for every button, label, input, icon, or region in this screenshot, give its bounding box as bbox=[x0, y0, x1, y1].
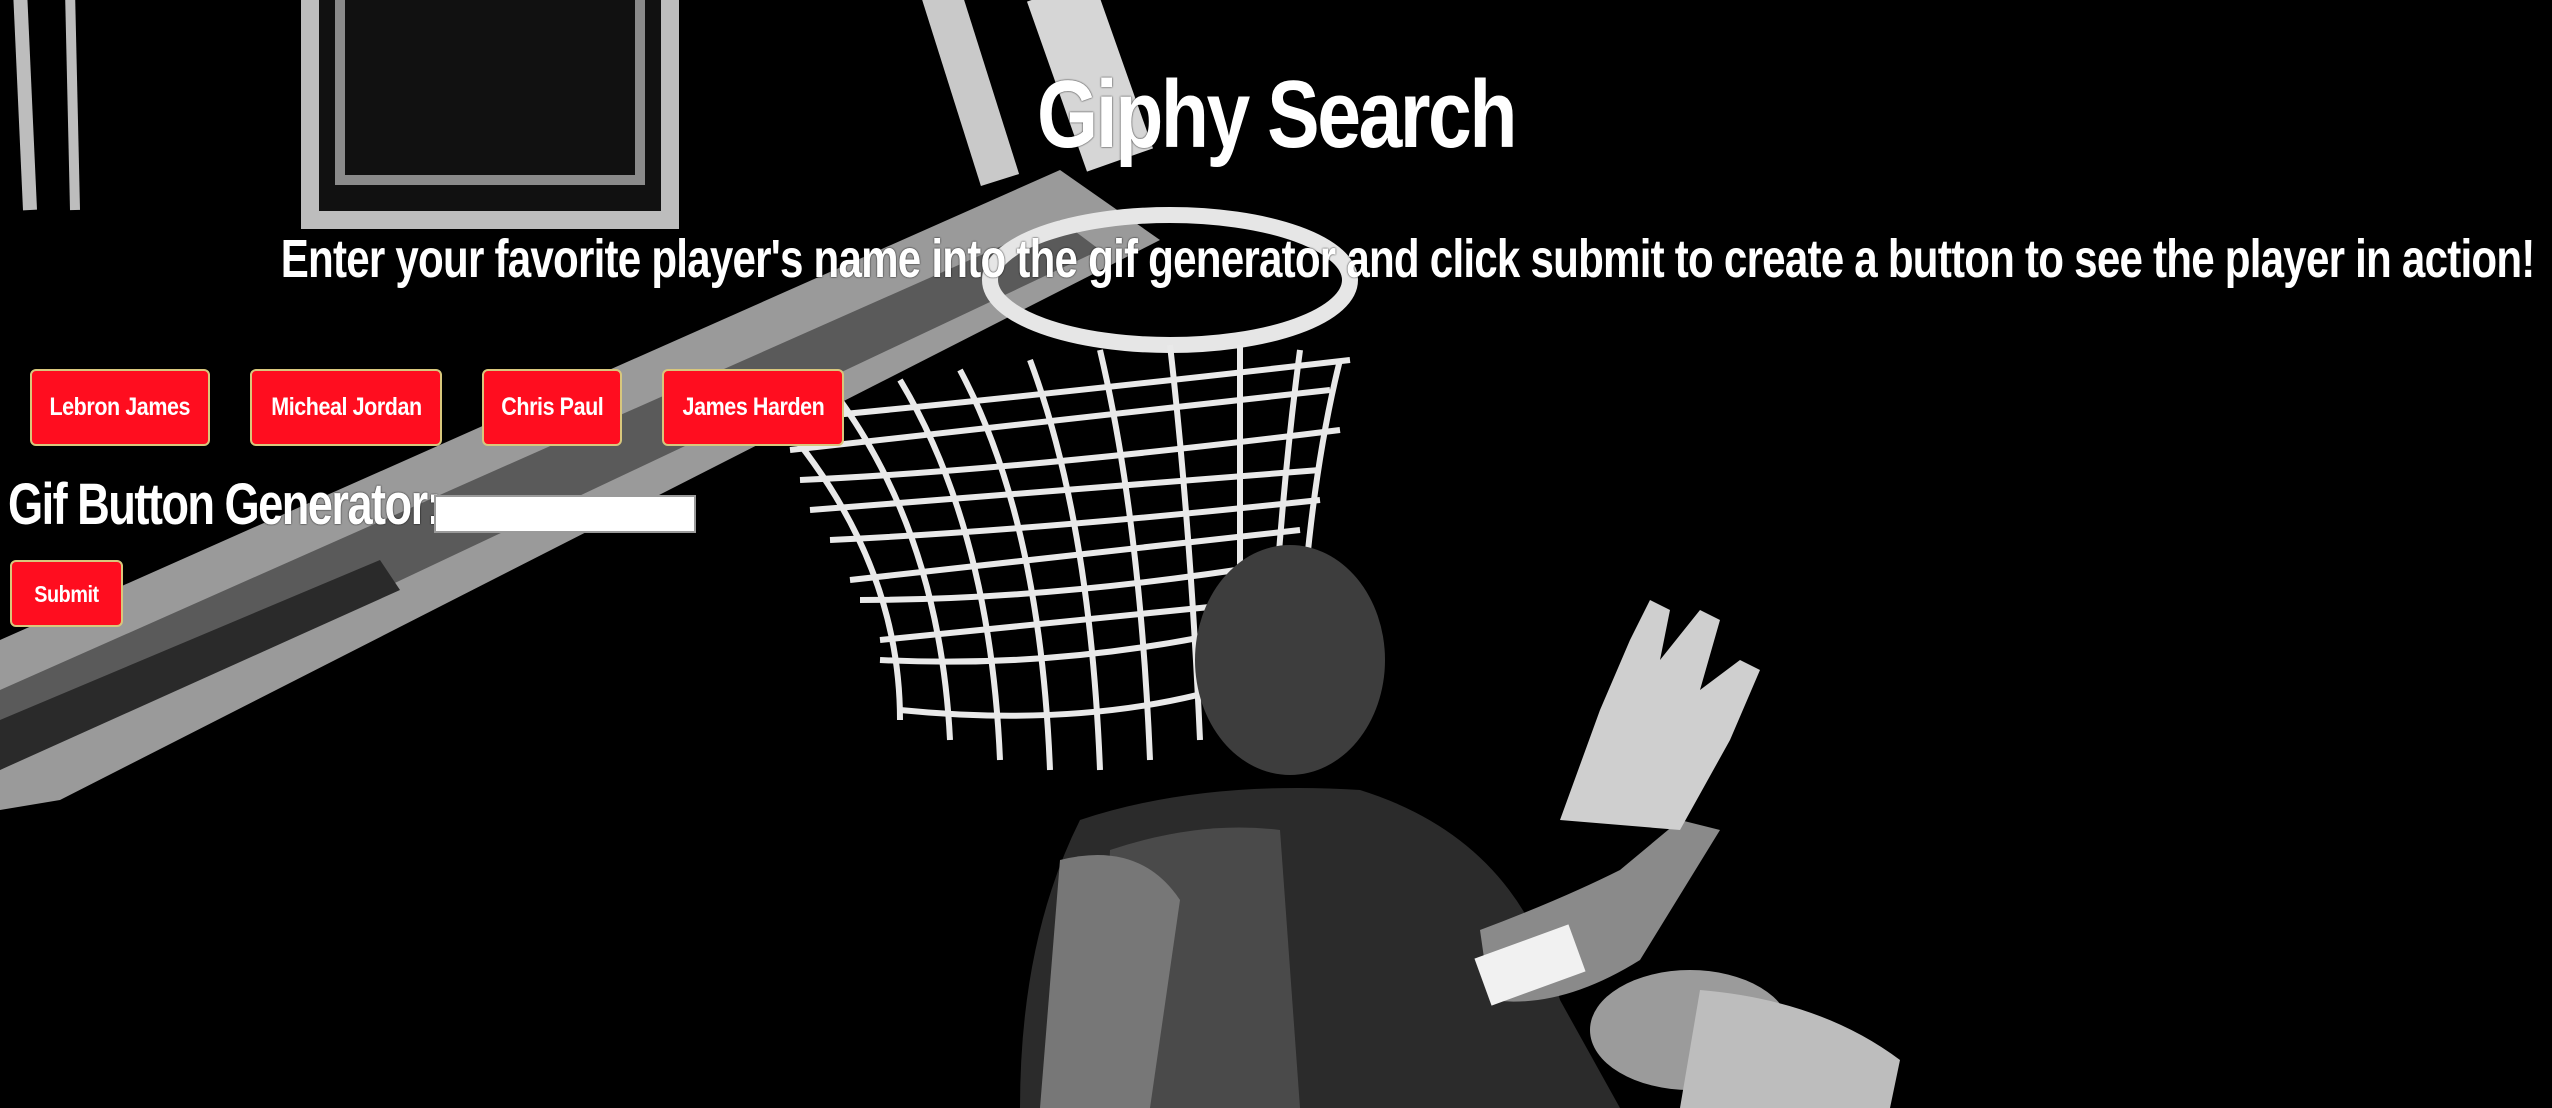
page-title: Giphy Search bbox=[1037, 61, 1517, 168]
player-name-input[interactable] bbox=[434, 495, 696, 533]
player-button-micheal-jordan[interactable]: Micheal Jordan bbox=[250, 369, 442, 446]
player-button-label: James Harden bbox=[682, 393, 824, 421]
player-button-james-harden[interactable]: James Harden bbox=[662, 369, 844, 446]
player-button-label: Lebron James bbox=[49, 393, 191, 421]
generator-label: Gif Button Generator: bbox=[8, 472, 442, 537]
submit-button[interactable]: Submit bbox=[10, 560, 123, 627]
player-button-lebron-james[interactable]: Lebron James bbox=[30, 369, 210, 446]
player-button-label: Micheal Jordan bbox=[270, 393, 422, 421]
page-instructions: Enter your favorite player's name into t… bbox=[280, 229, 2536, 289]
player-button-label: Chris Paul bbox=[500, 393, 604, 421]
submit-button-label: Submit bbox=[34, 580, 99, 607]
page-content: Giphy Search Enter your favorite player'… bbox=[0, 0, 2552, 1108]
player-button-chris-paul[interactable]: Chris Paul bbox=[482, 369, 622, 446]
